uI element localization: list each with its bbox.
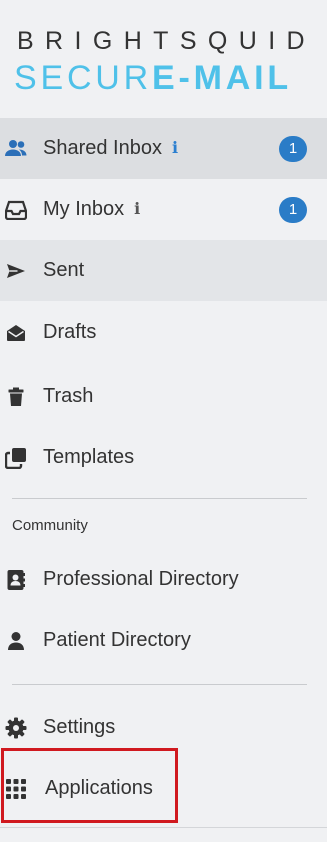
brand-wordmark-bottom: SECURE-MAIL [14,59,292,98]
highlight-box [1,748,178,823]
unread-count-badge: 1 [279,196,307,223]
nav-item-patient-directory[interactable]: Patient Directory [0,610,327,671]
nav-item-trash[interactable]: Trash [0,366,327,427]
nav-label-patient-directory: Patient Directory [43,629,191,651]
trash-icon [4,385,28,409]
user-icon [4,629,28,653]
clone-icon [4,446,28,470]
brand-wordmark-top: BRIGHTSQUID [16,27,317,55]
section-heading-community: Community [12,517,88,534]
paper-plane-icon [4,259,28,283]
nav-item-drafts[interactable]: Drafts [0,302,327,363]
unread-count-badge: 1 [279,135,307,162]
nav-label-settings: Settings [43,716,116,738]
nav-item-my-inbox[interactable]: My Inbox i 1 [0,179,327,240]
nav-item-shared-inbox[interactable]: Shared Inbox i 1 [0,118,327,179]
nav-item-templates[interactable]: Templates [0,427,327,488]
divider [12,498,307,499]
info-icon[interactable]: i [134,199,140,218]
divider [0,827,327,828]
brand-wordmark-light: SECUR [14,59,153,97]
nav-label-templates: Templates [43,446,135,468]
nav-label-sent: Sent [43,259,85,281]
info-icon[interactable]: i [172,138,178,157]
users-icon [4,137,28,161]
nav-item-professional-directory[interactable]: Professional Directory [0,549,327,610]
brand-wordmark-bold: E-MAIL [152,59,292,97]
nav-label-shared-inbox: Shared Inbox [43,137,162,159]
nav-label-trash: Trash [43,385,94,407]
address-card-icon [4,568,28,592]
envelope-open-icon [4,321,28,345]
nav-label-my-inbox: My Inbox [43,198,125,220]
nav-label-professional-directory: Professional Directory [43,568,239,590]
brand-logo: BRIGHTSQUID SECURE-MAIL [0,0,327,117]
nav-item-sent[interactable]: Sent [0,240,327,301]
inbox-icon [4,198,28,222]
nav-label-drafts: Drafts [43,321,97,343]
gear-icon [4,716,28,740]
divider [12,684,307,685]
